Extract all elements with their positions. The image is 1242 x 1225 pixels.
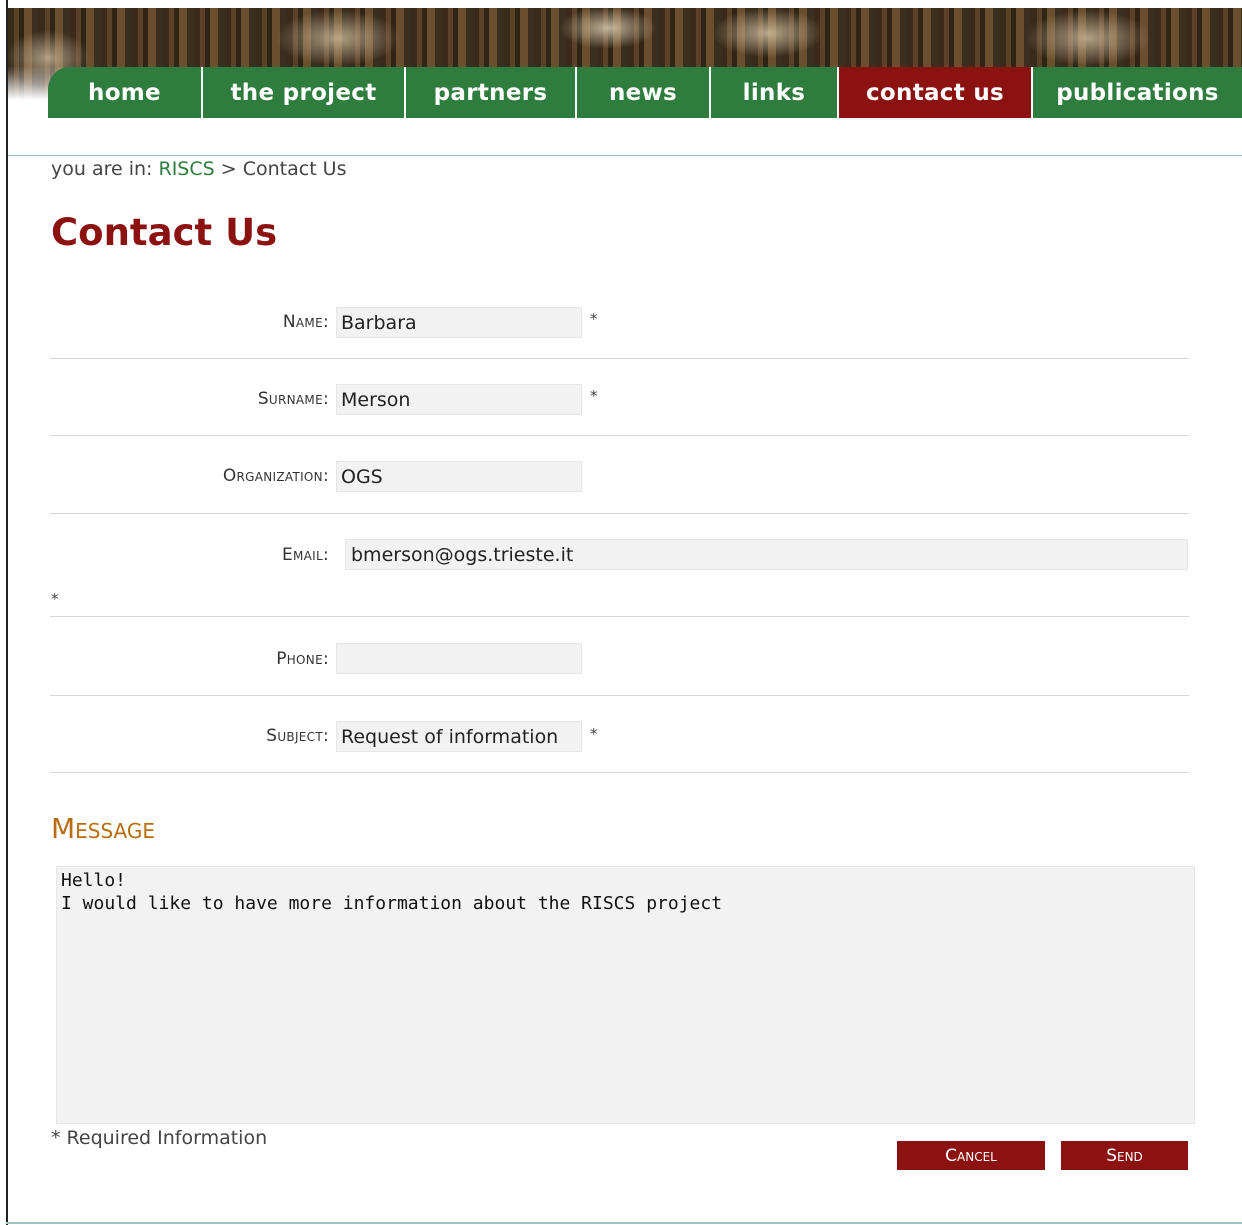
nav-item-the-project[interactable]: the project <box>203 67 406 118</box>
name-label: Name: <box>282 312 329 332</box>
row-divider <box>50 616 1189 617</box>
row-divider <box>50 772 1189 773</box>
nav-item-publications[interactable]: publications <box>1033 67 1242 118</box>
main-nav: home the project partners news links con… <box>48 67 1242 118</box>
required-information-note: * Required Information <box>51 1127 268 1149</box>
page-title: Contact Us <box>51 211 278 254</box>
breadcrumb-separator: > <box>220 158 237 180</box>
surname-label: Surname: <box>257 389 329 409</box>
frame-left-border <box>6 0 8 1225</box>
phone-field[interactable] <box>336 643 582 674</box>
nav-item-links[interactable]: links <box>711 67 839 118</box>
message-textarea[interactable]: Hello! I would like to have more informa… <box>56 866 1195 1124</box>
nav-item-partners[interactable]: partners <box>406 67 577 118</box>
row-divider <box>50 513 1189 514</box>
breadcrumb-prefix: you are in: <box>51 158 153 180</box>
row-divider <box>50 695 1189 696</box>
nav-item-home[interactable]: home <box>48 67 203 118</box>
name-field[interactable]: Barbara <box>336 307 582 338</box>
message-heading: Message <box>51 812 156 845</box>
row-divider <box>50 435 1189 436</box>
frame-bottom-border <box>6 1222 1242 1224</box>
breadcrumb-link-riscs[interactable]: RISCS <box>159 158 215 180</box>
cancel-button[interactable]: Cancel <box>897 1141 1045 1170</box>
email-label: Email: <box>281 545 329 565</box>
subject-field[interactable]: Request of information <box>336 721 582 752</box>
subject-label: Subject: <box>266 726 329 746</box>
row-divider <box>50 358 1189 359</box>
email-required-mark: * <box>51 590 59 608</box>
send-button[interactable]: Send <box>1061 1141 1188 1170</box>
name-required-mark: * <box>590 310 598 328</box>
surname-required-mark: * <box>590 387 598 405</box>
frame-top <box>0 0 1242 8</box>
breadcrumb: you are in: RISCS > Contact Us <box>51 158 347 180</box>
subject-required-mark: * <box>590 725 598 743</box>
email-field[interactable]: bmerson@ogs.trieste.it <box>345 539 1188 570</box>
phone-label: Phone: <box>276 649 329 669</box>
organization-label: Organization: <box>222 466 329 486</box>
surname-field[interactable]: Merson <box>336 384 582 415</box>
nav-item-news[interactable]: news <box>577 67 711 118</box>
breadcrumb-current: Contact Us <box>242 158 347 180</box>
organization-field[interactable]: OGS <box>336 461 582 492</box>
nav-item-contact-us[interactable]: contact us <box>839 67 1033 118</box>
header-divider <box>8 155 1242 156</box>
